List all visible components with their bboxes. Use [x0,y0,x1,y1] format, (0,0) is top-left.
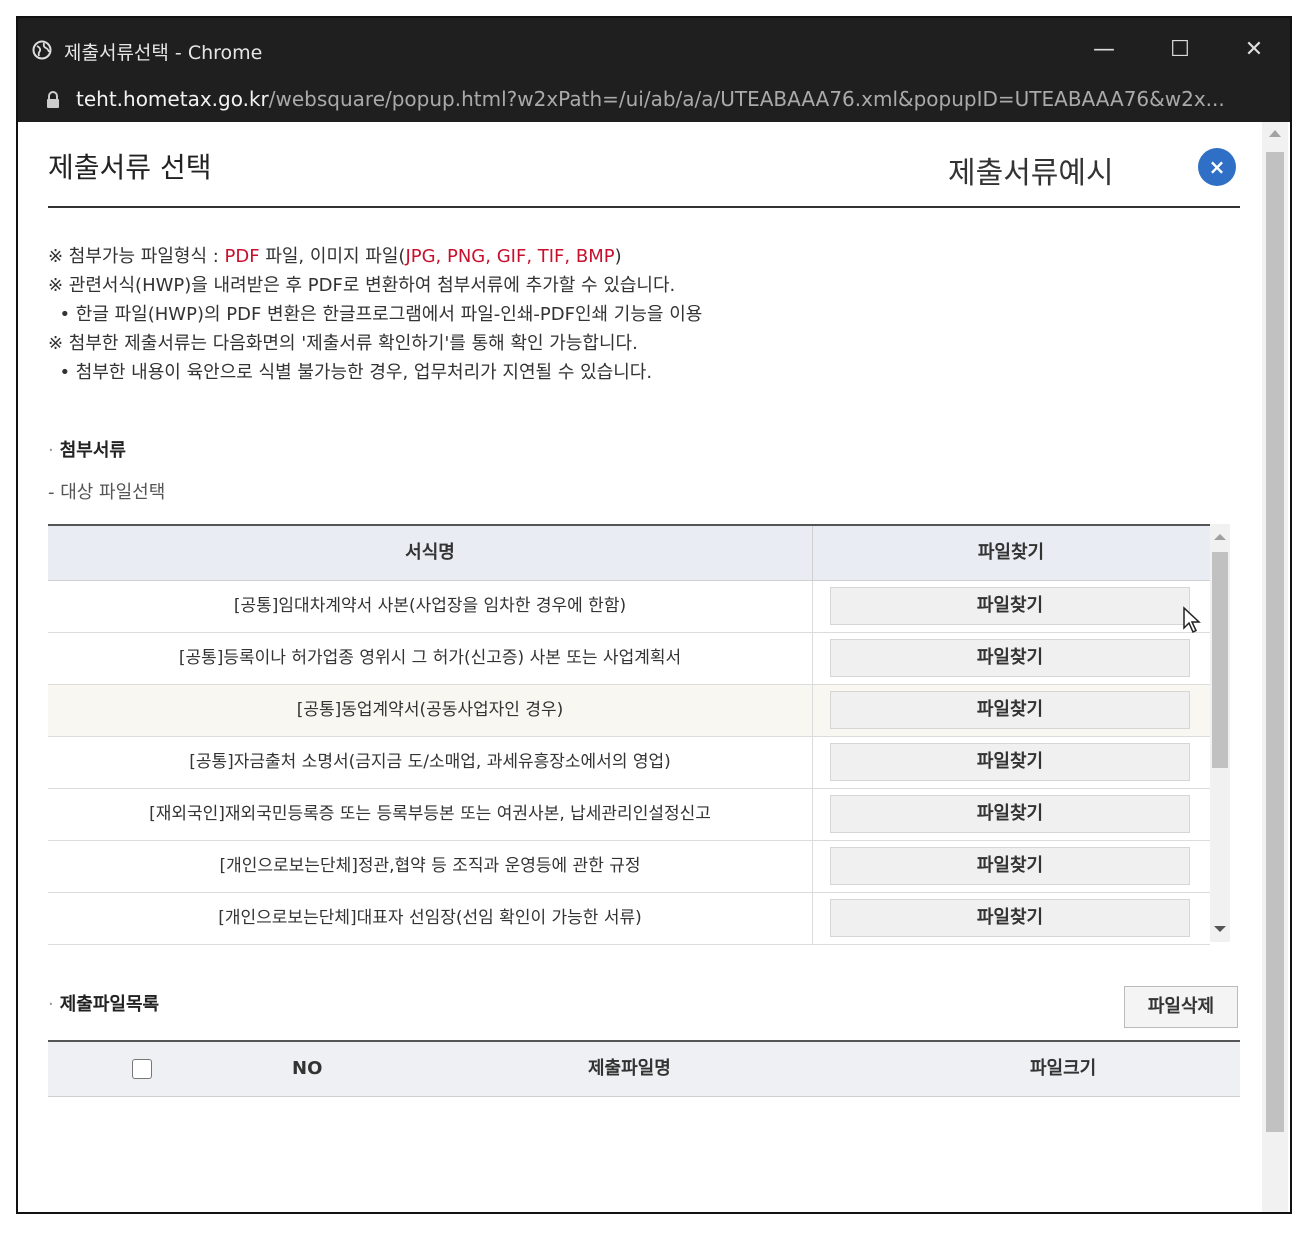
table-header: 서식명 파일찾기 [48,526,1210,581]
scroll-down-arrow-icon[interactable] [1214,926,1226,932]
minimize-button[interactable]: — [1084,32,1124,68]
maximize-button[interactable]: ☐ [1160,32,1200,68]
table-row: [공통]임대차계약서 사본(사업장을 임차한 경우에 한함) 파일찾기 [48,581,1210,633]
table-row: [개인으로보는단체]정관,협약 등 조직과 운영등에 관한 규정 파일찾기 [48,841,1210,893]
form-name-cell: [재외국인]재외국민등록증 또는 등록부등본 또는 여권사본, 납세관리인설정신… [48,789,813,840]
find-file-button[interactable]: 파일찾기 [830,847,1190,885]
form-name-cell: [공통]등록이나 허가업종 영위시 그 허가(신고증) 사본 또는 사업계획서 [48,633,813,684]
page-scrollbar[interactable] [1262,122,1288,1212]
attachments-table: 서식명 파일찾기 [공통]임대차계약서 사본(사업장을 임차한 경우에 한함) … [48,524,1210,945]
table-scroll-thumb[interactable] [1212,552,1228,768]
notice-mid: 파일, 이미지 파일( [259,246,406,267]
column-header-find-file: 파일찾기 [977,542,1045,563]
scroll-up-arrow-icon[interactable] [1214,534,1226,540]
url-path: /websquare/popup.html?w2xPath=/ui/ab/a/a… [268,87,1225,111]
column-header-file-name: 제출파일명 [588,1058,671,1079]
title-bar: 제출서류선택 - Chrome — ☐ ✕ [18,18,1290,82]
form-name-cell: [개인으로보는단체]정관,협약 등 조직과 운영등에 관한 규정 [48,841,813,892]
notice-pdf: PDF [224,246,260,267]
notice-text: ※ 첨부가능 파일형식 : PDF 파일, 이미지 파일(JPG, PNG, G… [48,242,702,387]
find-file-button[interactable]: 파일찾기 [830,639,1190,677]
window-title: 제출서류선택 - Chrome [64,42,263,64]
page-scroll-thumb[interactable] [1266,152,1284,1132]
form-name-cell: [공통]자금출처 소명서(금지금 도/소매업, 과세유흥장소에서의 영업) [48,737,813,788]
divider [48,206,1240,208]
column-header-no: NO [292,1058,323,1079]
table-row: [공통]자금출처 소명서(금지금 도/소매업, 과세유흥장소에서의 영업) 파일… [48,737,1210,789]
notice-line-1: ※ 첨부가능 파일형식 : PDF 파일, 이미지 파일(JPG, PNG, G… [48,242,702,271]
table-row: [공통]등록이나 허가업종 영위시 그 허가(신고증) 사본 또는 사업계획서 … [48,633,1210,685]
table-scrollbar[interactable] [1210,524,1230,942]
lock-icon [47,91,59,108]
column-header-file-size: 파일크기 [1030,1058,1097,1079]
attachments-section-label: 첨부서류 [48,436,126,462]
notice-line-5: • 첨부한 내용이 육안으로 식별 불가능한 경우, 업무처리가 지연될 수 있… [48,362,653,383]
find-file-button[interactable]: 파일찾기 [830,743,1190,781]
find-file-button[interactable]: 파일찾기 [830,691,1190,729]
notice-formats: JPG, PNG, GIF, TIF, BMP [405,246,615,267]
address-bar[interactable]: teht.hometax.go.kr/websquare/popup.html?… [18,82,1290,122]
window-close-button[interactable]: ✕ [1234,32,1274,68]
globe-icon [32,40,52,60]
target-file-select-label: - 대상 파일선택 [48,482,166,503]
browser-window: 제출서류선택 - Chrome — ☐ ✕ teht.hometax.go.kr… [16,16,1292,1214]
scroll-up-arrow-icon[interactable] [1269,130,1281,137]
submitted-files-section-label: 제출파일목록 [48,990,159,1016]
table-row: [공통]동업계약서(공동사업자인 경우) 파일찾기 [48,685,1210,737]
table-row: [개인으로보는단체]대표자 선임장(선임 확인이 가능한 서류) 파일찾기 [48,893,1210,945]
notice-suffix: ) [614,246,622,267]
form-name-cell: [공통]임대차계약서 사본(사업장을 임차한 경우에 한함) [48,581,813,632]
delete-file-button[interactable]: 파일삭제 [1124,986,1238,1028]
example-docs-link[interactable]: 제출서류예시 [948,148,1114,192]
column-header-form-name: 서식명 [48,526,813,580]
notice-line-2: ※ 관련서식(HWP)을 내려받은 후 PDF로 변환하여 첨부서류에 추가할 … [48,275,676,296]
popup-content: 제출서류 선택 제출서류예시 × ※ 첨부가능 파일형식 : PDF 파일, 이… [18,122,1264,1212]
close-icon[interactable]: × [1198,148,1236,186]
mouse-cursor-icon [1183,606,1201,634]
page-title: 제출서류 선택 [48,151,212,184]
url-domain: teht.hometax.go.kr [76,87,269,111]
find-file-button[interactable]: 파일찾기 [830,587,1190,625]
form-name-cell: [개인으로보는단체]대표자 선임장(선임 확인이 가능한 서류) [48,893,813,944]
form-name-cell: [공통]동업계약서(공동사업자인 경우) [48,685,813,736]
select-all-checkbox[interactable] [132,1059,152,1079]
url-text: teht.hometax.go.kr/websquare/popup.html?… [76,87,1225,111]
table-row: [재외국인]재외국민등록증 또는 등록부등본 또는 여권사본, 납세관리인설정신… [48,789,1210,841]
find-file-button[interactable]: 파일찾기 [830,899,1190,937]
find-file-button[interactable]: 파일찾기 [830,795,1190,833]
notice-prefix: ※ 첨부가능 파일형식 : [48,246,225,267]
notice-line-4: ※ 첨부한 제출서류는 다음화면의 '제출서류 확인하기'를 통해 확인 가능합… [48,333,638,354]
notice-line-3: • 한글 파일(HWP)의 PDF 변환은 한글프로그램에서 파일-인쇄-PDF… [48,304,703,325]
submitted-files-table: NO 제출파일명 파일크기 [48,1040,1240,1097]
